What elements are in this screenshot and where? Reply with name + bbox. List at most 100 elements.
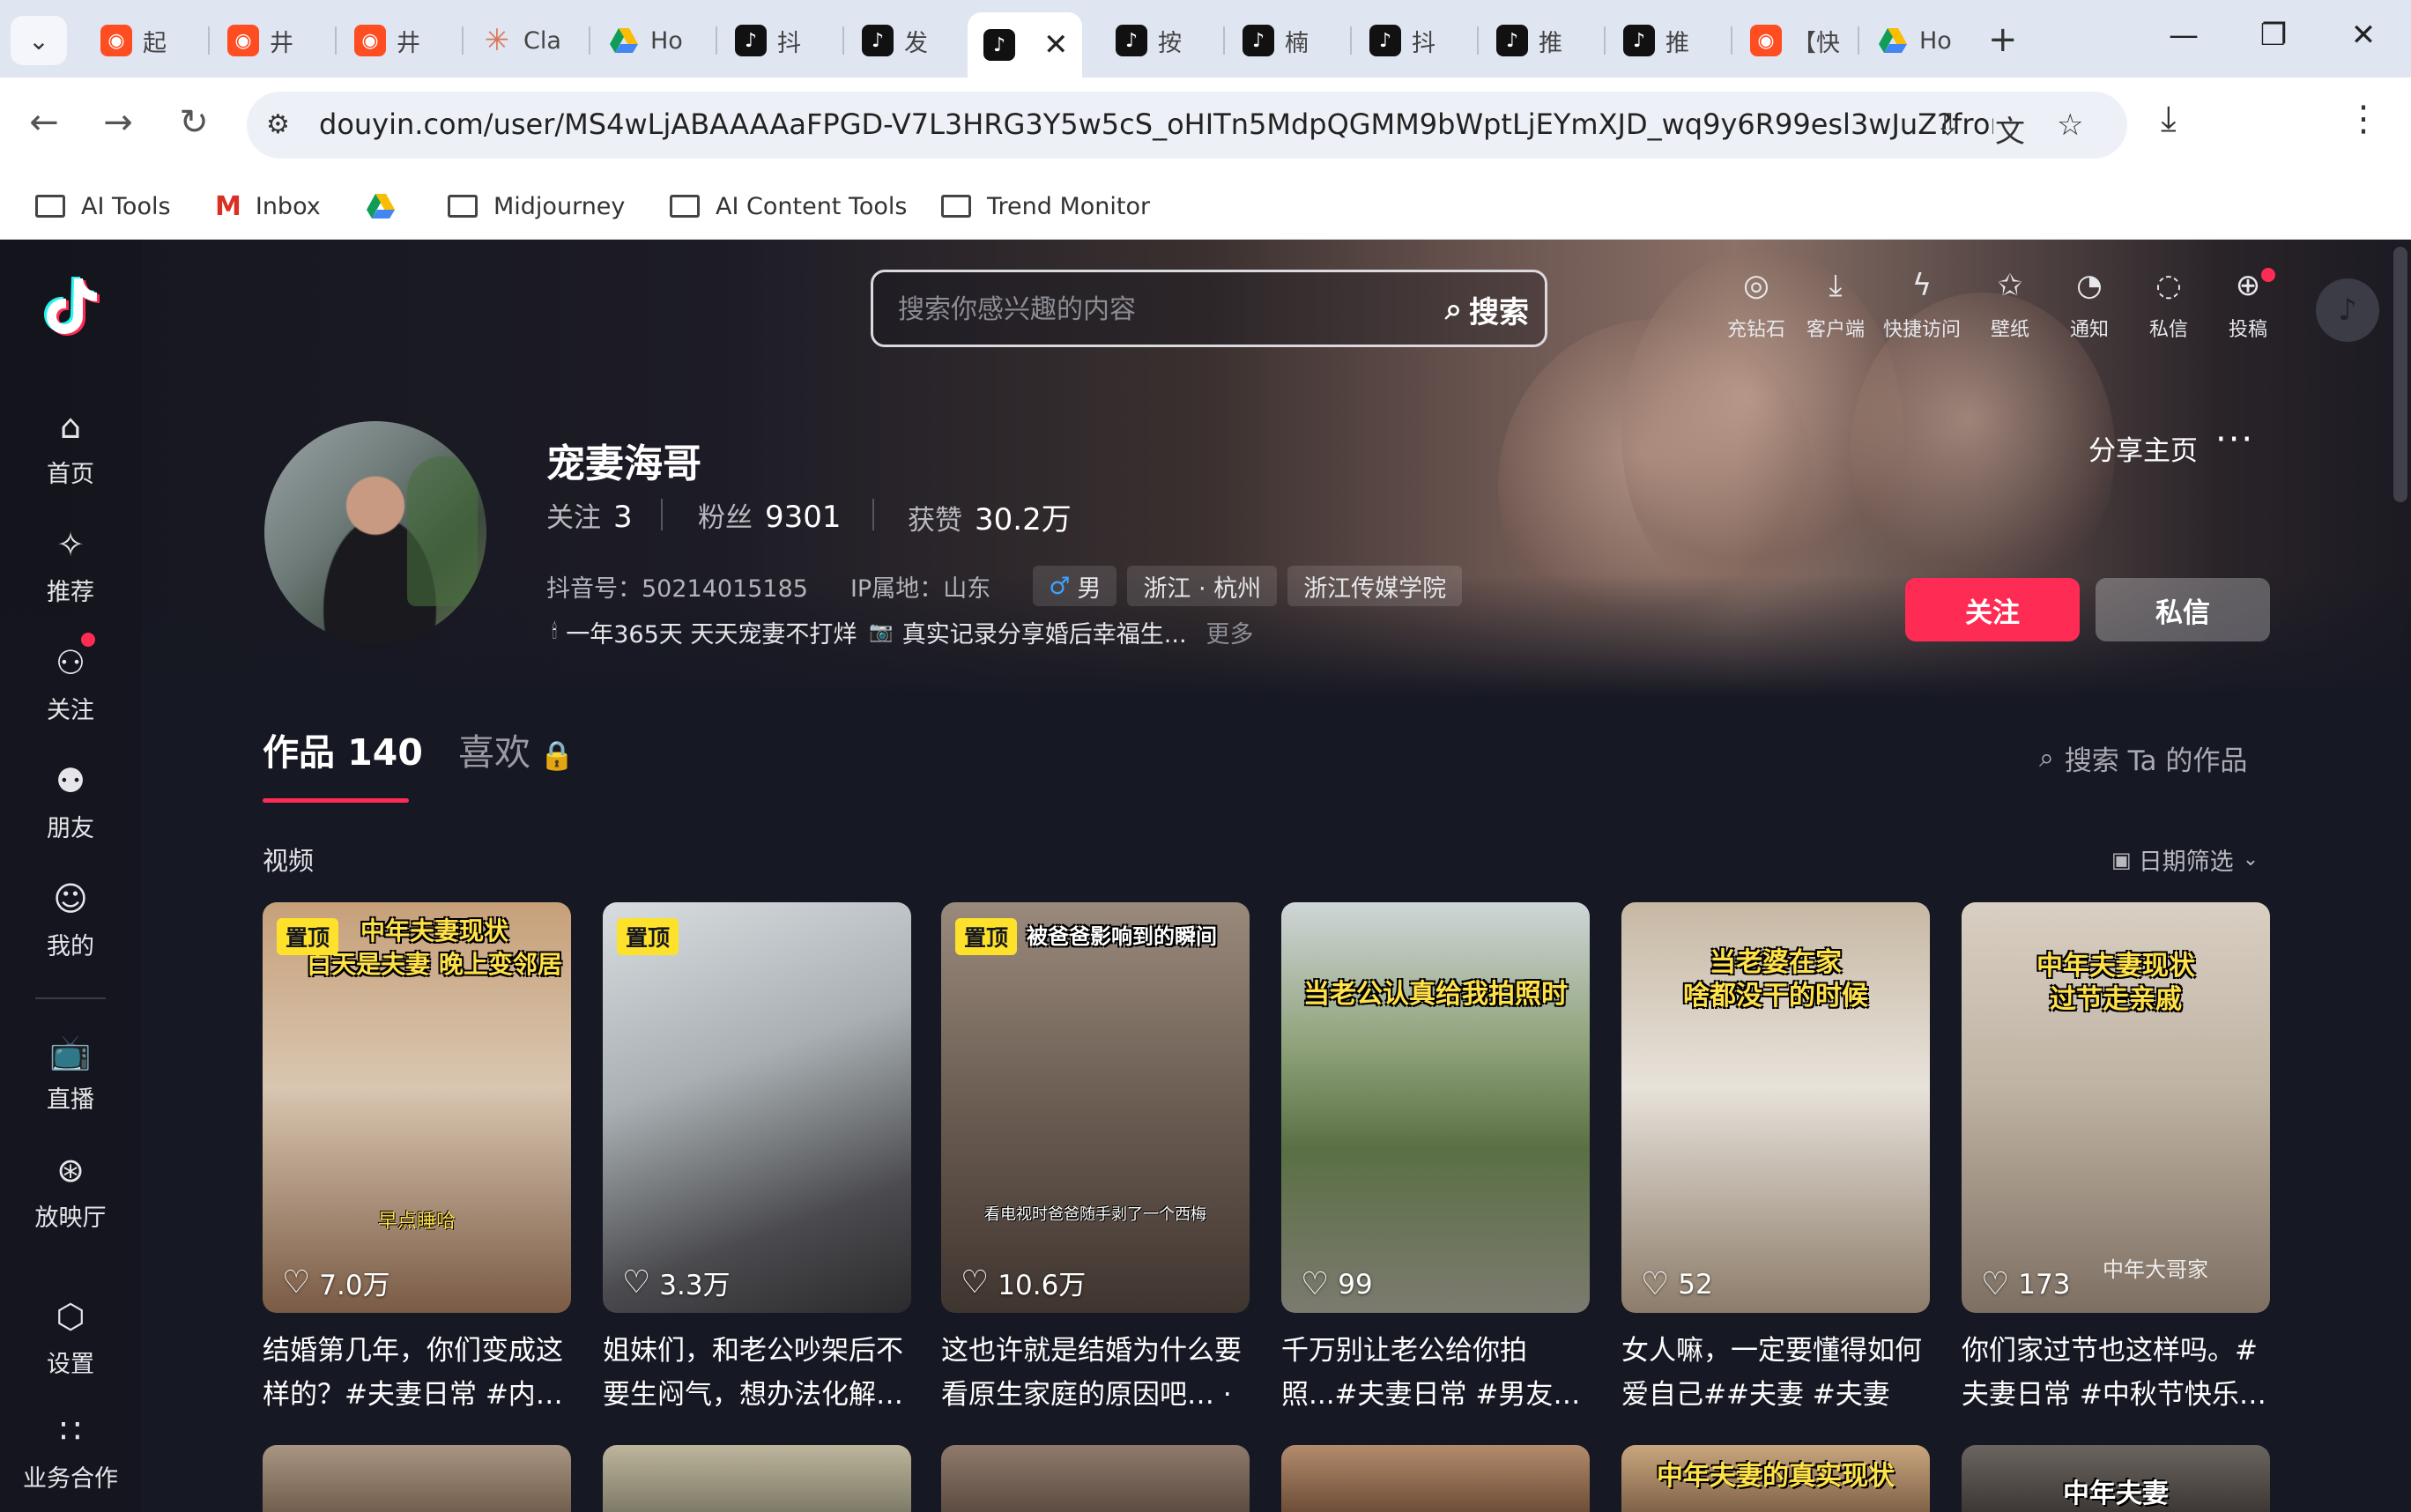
sidebar-item-friends[interactable]: ⚉ 朋友 (0, 761, 141, 843)
forward-icon[interactable]: → (93, 102, 143, 143)
video-card[interactable] (263, 1445, 571, 1512)
video-description[interactable]: 女人嘛，一定要懂得如何爱自己##夫妻 #夫妻日… (1621, 1329, 1930, 1417)
download-icon: ⤓ (1829, 268, 1843, 303)
sidebar-item-home[interactable]: ⌂ 首页 (0, 407, 141, 489)
bookmark-ai-content-tools[interactable]: AI Content Tools (670, 185, 908, 227)
video-thumbnail[interactable]: 当老婆在家 啥都没干的时候 ♡ 52 (1621, 902, 1930, 1313)
browser-tab[interactable]: ♪ 推 (1607, 12, 1732, 69)
video-card[interactable]: 中年夫妻现状 过节走亲戚 中年大哥家 ♡ 173 你们家过节也这样吗。#夫妻日常 … (1962, 902, 2270, 1417)
minimize-icon[interactable]: — (2157, 18, 2210, 53)
sidebar-item-cinema[interactable]: ⊛ 放映厅 (0, 1151, 141, 1233)
video-thumbnail[interactable]: 中年夫妻现状 白天是夫妻 晚上变邻居 置顶 早点睡哈 ♡ 7.0万 (263, 902, 571, 1313)
search-button[interactable]: ⌕ 搜索 (1445, 286, 1529, 332)
close-window-icon[interactable]: ✕ (2337, 18, 2390, 53)
top-action-upload[interactable]: ⊕ 投稿 (2208, 266, 2288, 342)
sidebar-item-me[interactable]: ☺ 我的 (0, 879, 141, 961)
browser-tab[interactable]: ◉ 井 (338, 12, 464, 69)
search-input[interactable] (898, 288, 1391, 330)
video-description[interactable]: 姐妹们，和老公吵架后不要生闷气，想办法化解… (603, 1329, 911, 1417)
followers-stat[interactable]: 粉丝 9301 (698, 495, 842, 535)
browser-menu-icon[interactable]: ⋮ (2346, 99, 2381, 139)
browser-tab[interactable]: Ho (592, 12, 717, 69)
tab-search-menu-button[interactable]: ⌄ (11, 16, 67, 65)
video-card[interactable]: 置顶 ♡ 3.3万 姐妹们，和老公吵架后不要生闷气，想办法化解… (603, 902, 911, 1417)
top-action-client[interactable]: ⤓ 客户端 (1796, 266, 1875, 342)
close-tab-icon[interactable]: ✕ (1043, 27, 1069, 63)
tab-works[interactable]: 作品 140 (263, 723, 423, 775)
video-thumbnail[interactable]: 被爸爸影响到的瞬间 置顶 看电视时爸爸随手剥了一个西梅 ♡ 10.6万 (941, 902, 1250, 1313)
browser-tab[interactable]: ♪ 发 (846, 12, 969, 69)
message-button[interactable]: 私信 (2096, 578, 2270, 641)
bookmark-star-icon[interactable]: ☆ (2057, 107, 2083, 143)
sidebar-item-settings[interactable]: ⬡ 设置 (0, 1297, 141, 1379)
browser-tab-active[interactable]: ♪ ✕ (968, 12, 1082, 78)
top-action-diamond[interactable]: ◎ 充钻石 (1717, 266, 1796, 342)
top-action-messages[interactable]: ◌ 私信 (2129, 266, 2208, 342)
video-card[interactable] (1281, 1445, 1590, 1512)
video-card[interactable]: 中年夫妻 (1962, 1445, 2270, 1512)
top-action-wallpaper[interactable]: ✩ 壁纸 (1970, 266, 2050, 342)
browser-tab[interactable]: ✳ Cla (465, 12, 590, 69)
video-description[interactable]: 你们家过节也这样吗。#夫妻日常 #中秋节快乐… (1962, 1329, 2270, 1417)
bookmark-trend-monitor[interactable]: Trend Monitor (941, 185, 1150, 227)
video-card[interactable]: 当老婆在家 啥都没干的时候 ♡ 52 女人嘛，一定要懂得如何爱自己##夫妻 #夫妻… (1621, 902, 1930, 1417)
download-icon[interactable]: ⤓ (2161, 99, 2177, 139)
browser-tab[interactable]: Ho (1861, 12, 1984, 69)
bookmark-drive[interactable] (365, 185, 397, 227)
sidebar-item-recommend[interactable]: ✧ 推荐 (0, 525, 141, 607)
translate-icon[interactable]: 文 (1995, 107, 2025, 151)
tab-likes[interactable]: 喜欢 🔒 (458, 723, 575, 775)
page-scrollbar[interactable] (2393, 247, 2407, 502)
browser-tab[interactable]: ◉ 井 (211, 12, 337, 69)
follow-button[interactable]: 关注 (1905, 578, 2080, 641)
date-filter-dropdown[interactable]: ▣ 日期筛选 ⌄ (2111, 842, 2259, 877)
user-avatar[interactable]: ♪ (2316, 278, 2379, 342)
video-thumbnail[interactable]: 中年夫妻现状 过节走亲戚 中年大哥家 ♡ 173 (1962, 902, 2270, 1313)
browser-tab[interactable]: ◉ 【快 (1734, 12, 1859, 69)
following-stat[interactable]: 关注 3 (546, 495, 633, 535)
video-card[interactable]: 中年夫妻的真实现状 (1621, 1445, 1930, 1512)
bio-more-link[interactable]: 更多 (1206, 615, 1254, 649)
video-thumbnail[interactable]: 当老公认真给我拍照时 ♡ 99 (1281, 902, 1590, 1313)
browser-tab[interactable]: ♪ 抖 (719, 12, 844, 69)
share-profile-link[interactable]: 分享主页 (2088, 428, 2198, 468)
video-card[interactable] (941, 1445, 1250, 1512)
video-card[interactable]: 当老公认真给我拍照时 ♡ 99 千万别让老公给你拍照...#夫妻日常 #男友… (1281, 902, 1590, 1417)
install-app-icon[interactable]: ⇩ (1935, 107, 1961, 143)
browser-tab[interactable]: ♪ 按 (1100, 12, 1225, 69)
back-icon[interactable]: ← (19, 102, 69, 143)
sidebar-item-business[interactable]: ∷ 业务合作 (0, 1412, 141, 1493)
video-thumbnail[interactable]: 置顶 ♡ 3.3万 (603, 902, 911, 1313)
top-action-notifications[interactable]: ◔ 通知 (2050, 266, 2129, 342)
top-action-quick-access[interactable]: ϟ 快捷访问 (1882, 266, 1962, 342)
video-description[interactable]: 结婚第几年，你们变成这样的？#夫妻日常 #内… (263, 1329, 571, 1417)
url-text[interactable]: douyin.com/user/MS4wLjABAAAAaFPGD-V7L3HR… (319, 107, 1993, 141)
school-tag[interactable]: 浙江传媒学院 (1287, 566, 1463, 606)
video-description[interactable]: 千万别让老公给你拍照...#夫妻日常 #男友… (1281, 1329, 1590, 1417)
video-card[interactable]: 中年夫妻现状 白天是夫妻 晚上变邻居 置顶 早点睡哈 ♡ 7.0万 结婚第几年，你… (263, 902, 571, 1417)
browser-tab[interactable]: ♪ 推 (1480, 12, 1606, 69)
more-options-icon[interactable]: ··· (2215, 419, 2254, 460)
browser-tab[interactable]: ♪ 楠 (1227, 12, 1352, 69)
address-bar[interactable]: ⚙ douyin.com/user/MS4wLjABAAAAaFPGD-V7L3… (247, 92, 2127, 159)
bookmark-midjourney[interactable]: Midjourney (448, 185, 625, 227)
search-works-button[interactable]: ⌕ 搜索 Ta 的作品 (2039, 738, 2247, 778)
bookmark-inbox[interactable]: M Inbox (215, 185, 321, 227)
reload-icon[interactable]: ↻ (169, 102, 219, 143)
browser-tab[interactable]: ♪ 抖 (1354, 12, 1479, 69)
candle-emoji-icon: 🕯 (552, 621, 558, 643)
browser-tab[interactable]: ◉ 起 (85, 12, 210, 69)
sidebar-item-following[interactable]: ⚇ 关注 (0, 633, 141, 725)
video-card[interactable]: 被爸爸影响到的瞬间 置顶 看电视时爸爸随手剥了一个西梅 ♡ 10.6万 这也许就是… (941, 902, 1250, 1417)
sidebar-item-live[interactable]: 📺 直播 (0, 1033, 141, 1115)
like-count: ♡ 173 (1981, 1266, 2071, 1302)
profile-avatar[interactable] (264, 421, 486, 643)
video-description[interactable]: 这也许就是结婚为什么要看原生家庭的原因吧… · (941, 1329, 1250, 1417)
douyin-logo-icon[interactable] (35, 271, 106, 342)
restore-icon[interactable]: ❐ (2247, 18, 2300, 53)
video-card[interactable] (603, 1445, 911, 1512)
new-tab-button[interactable]: + (1988, 19, 2018, 60)
bookmark-ai-tools[interactable]: AI Tools (35, 185, 171, 227)
site-info-icon[interactable]: ⚙ (266, 109, 290, 140)
drive-icon (1879, 28, 1907, 53)
